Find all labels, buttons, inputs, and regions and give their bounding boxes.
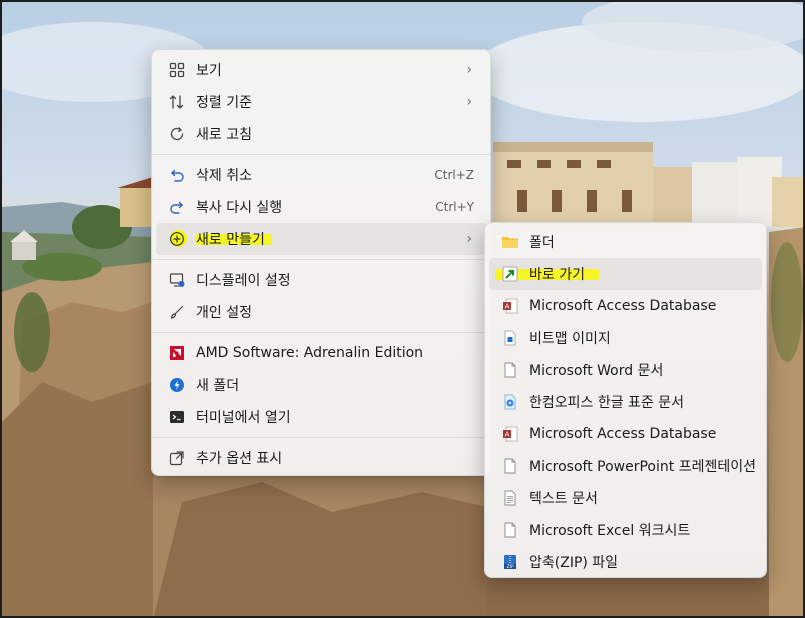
zip-icon: ZIP [501, 553, 519, 571]
shortcut-arrow-icon [501, 265, 519, 283]
menu-item-label: 압축(ZIP) 파일 [529, 555, 619, 571]
menu-item-label: 새로 고침 [196, 127, 252, 143]
menu-item-sort-by[interactable]: 정렬 기준 › [156, 86, 486, 118]
brush-icon [168, 303, 186, 321]
menu-item-label: 새로 만들기 [196, 232, 265, 248]
menu-item-label: 새 폴더 [196, 378, 240, 394]
submenu-item-folder[interactable]: 폴더 [489, 226, 762, 258]
menu-item-label: Microsoft Word 문서 [529, 363, 664, 379]
menu-item-label: 추가 옵션 표시 [196, 451, 283, 467]
menu-item-new[interactable]: 새로 만들기 › [156, 223, 486, 255]
menu-separator [152, 437, 490, 438]
submenu-item-zip[interactable]: ZIP 압축(ZIP) 파일 [489, 546, 762, 578]
menu-item-label: 정렬 기준 [196, 95, 252, 111]
svg-text:A: A [505, 431, 510, 439]
menu-item-label: Microsoft PowerPoint 프레젠테이션 [529, 459, 756, 475]
submenu-item-bitmap[interactable]: 비트맵 이미지 [489, 322, 762, 354]
access-icon: A [501, 425, 519, 443]
submenu-item-word-doc[interactable]: Microsoft Word 문서 [489, 354, 762, 386]
menu-item-label: 복사 다시 실행 [196, 200, 283, 216]
shortcut-text: Ctrl+Y [435, 200, 474, 214]
menu-item-new-folder-app[interactable]: 새 폴더 [156, 369, 486, 401]
menu-separator [152, 154, 490, 155]
folder-icon [501, 233, 519, 251]
view-grid-icon [168, 61, 186, 79]
menu-item-label: 폴더 [529, 235, 555, 251]
bitmap-icon [501, 329, 519, 347]
submenu-item-access-db[interactable]: A Microsoft Access Database [489, 290, 762, 322]
menu-item-label: 한컴오피스 한글 표준 문서 [529, 395, 685, 411]
new-plus-icon [168, 230, 186, 248]
menu-item-label: 터미널에서 열기 [196, 410, 291, 426]
menu-item-label: Microsoft Access Database [529, 426, 717, 442]
document-icon [501, 521, 519, 539]
menu-item-label: 개인 설정 [196, 305, 252, 321]
desktop-context-menu: 보기 › 정렬 기준 › 새로 고침 삭제 취소 Ctrl+Z 복사 다시 실행… [151, 49, 491, 476]
submenu-item-access-db-2[interactable]: A Microsoft Access Database [489, 418, 762, 450]
hwp-icon [501, 393, 519, 411]
display-settings-icon [168, 271, 186, 289]
chevron-right-icon: › [466, 94, 472, 110]
submenu-item-shortcut[interactable]: 바로 가기 [489, 258, 762, 290]
undo-icon [168, 166, 186, 184]
menu-item-personalize[interactable]: 개인 설정 [156, 296, 486, 328]
menu-item-label: Microsoft Access Database [529, 298, 717, 314]
shortcut-text: Ctrl+Z [434, 168, 474, 182]
menu-item-display-settings[interactable]: 디스플레이 설정 [156, 264, 486, 296]
svg-text:A: A [505, 303, 510, 311]
menu-item-label: 비트맵 이미지 [529, 331, 611, 347]
new-submenu: 폴더 바로 가기 A Microsoft Access Database 비트맵… [484, 222, 767, 578]
menu-item-refresh[interactable]: 새로 고침 [156, 118, 486, 150]
svg-text:ZIP: ZIP [506, 564, 513, 570]
menu-item-show-more-options[interactable]: 추가 옵션 표시 [156, 442, 486, 474]
redo-icon [168, 198, 186, 216]
submenu-item-excel[interactable]: Microsoft Excel 워크시트 [489, 514, 762, 546]
menu-item-redo-copy[interactable]: 복사 다시 실행 Ctrl+Y [156, 191, 486, 223]
menu-item-label: 삭제 취소 [196, 168, 252, 184]
menu-separator [152, 259, 490, 260]
amd-icon [168, 344, 186, 362]
menu-item-label: 보기 [196, 63, 222, 79]
menu-item-label: 바로 가기 [529, 267, 585, 283]
chevron-right-icon: › [466, 231, 472, 247]
menu-item-label: AMD Software: Adrenalin Edition [196, 345, 424, 361]
document-icon [501, 361, 519, 379]
chevron-right-icon: › [466, 62, 472, 78]
menu-item-open-in-terminal[interactable]: 터미널에서 열기 [156, 401, 486, 433]
menu-item-amd-software[interactable]: AMD Software: Adrenalin Edition [156, 337, 486, 369]
menu-item-label: 디스플레이 설정 [196, 273, 291, 289]
menu-separator [152, 332, 490, 333]
refresh-icon [168, 125, 186, 143]
terminal-icon [168, 408, 186, 426]
submenu-item-text-doc[interactable]: 텍스트 문서 [489, 482, 762, 514]
sort-icon [168, 93, 186, 111]
more-options-icon [168, 449, 186, 467]
submenu-item-hwp-doc[interactable]: 한컴오피스 한글 표준 문서 [489, 386, 762, 418]
menu-item-view[interactable]: 보기 › [156, 54, 486, 86]
menu-item-undo-delete[interactable]: 삭제 취소 Ctrl+Z [156, 159, 486, 191]
new-folder-app-icon [168, 376, 186, 394]
document-icon [501, 457, 519, 475]
menu-item-label: 텍스트 문서 [529, 491, 598, 507]
menu-item-label: Microsoft Excel 워크시트 [529, 523, 691, 539]
access-icon: A [501, 297, 519, 315]
text-document-icon [501, 489, 519, 507]
submenu-item-powerpoint[interactable]: Microsoft PowerPoint 프레젠테이션 [489, 450, 762, 482]
